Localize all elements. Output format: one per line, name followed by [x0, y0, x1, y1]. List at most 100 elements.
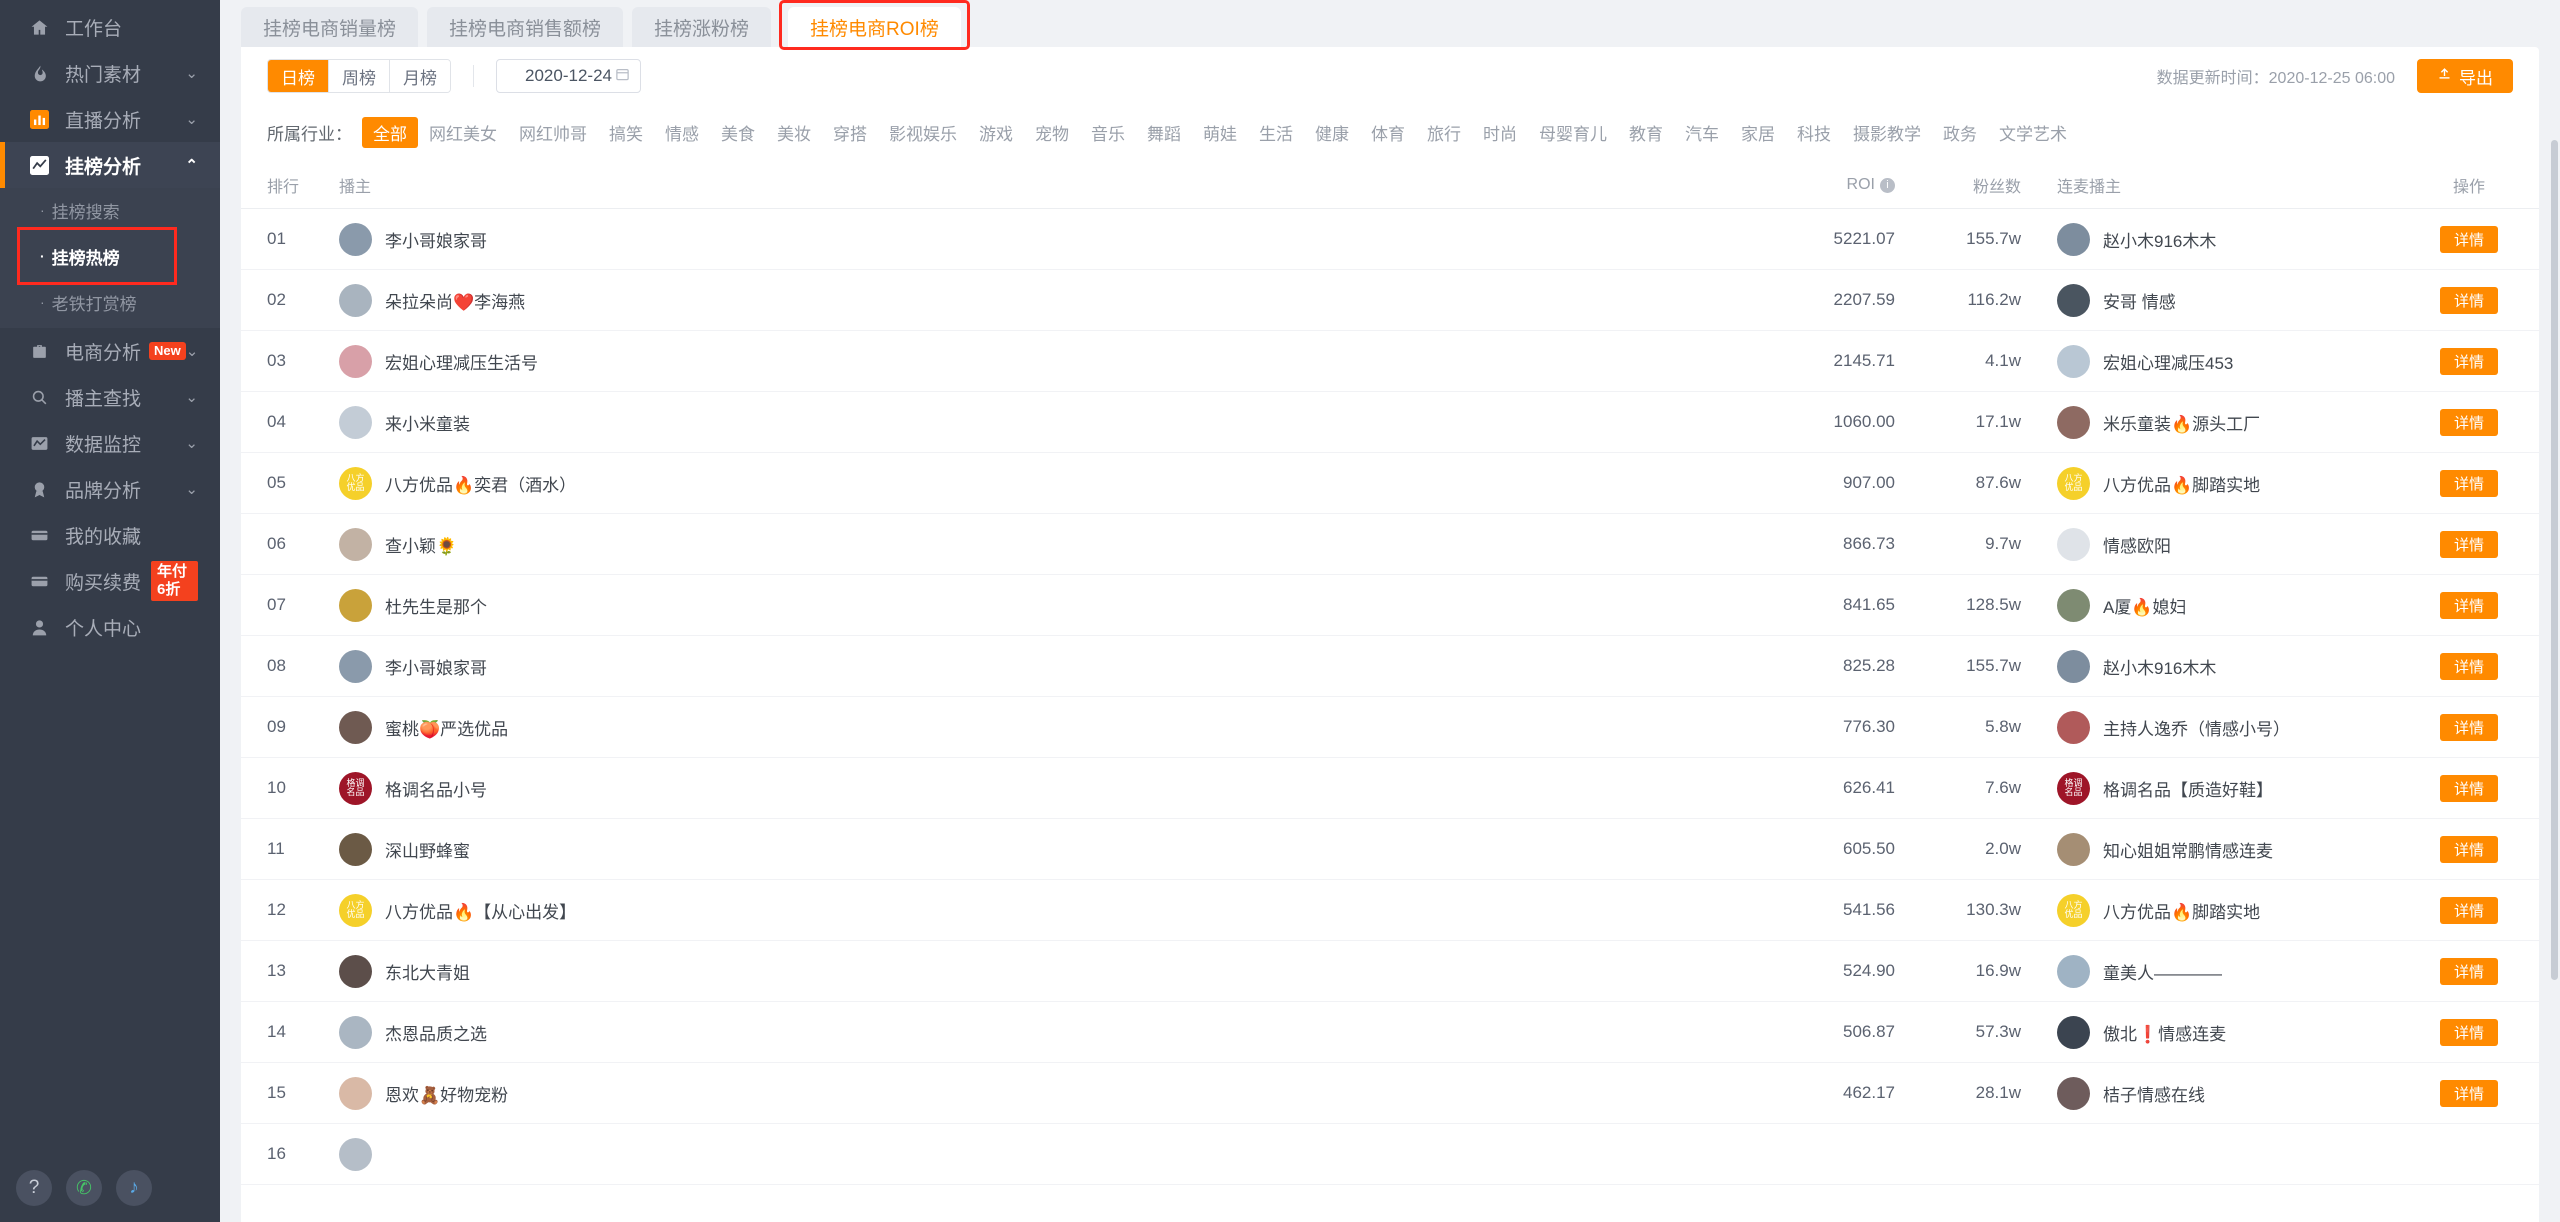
bar-chart-icon: [26, 109, 52, 129]
roi-value: 776.30: [1843, 717, 1895, 736]
sidebar-item-rank-hot[interactable]: · 挂榜热榜: [17, 227, 177, 285]
table-row[interactable]: 15 恩欢🧸好物宠粉 462.17 28.1w 桔子情感在线 详情: [241, 1062, 2539, 1124]
detail-button[interactable]: 详情: [2439, 652, 2498, 680]
tab-fans-growth[interactable]: 挂榜涨粉榜: [632, 7, 772, 47]
sidebar-item-rank-search[interactable]: · 挂榜搜索: [0, 190, 220, 230]
industry-option-12[interactable]: 舞蹈: [1136, 117, 1192, 148]
industry-option-11[interactable]: 音乐: [1080, 117, 1136, 148]
industry-option-17[interactable]: 旅行: [1416, 117, 1472, 148]
cell-action: 详情: [2399, 879, 2539, 941]
table-row[interactable]: 14 杰恩品质之选 506.87 57.3w 傲北❗情感连麦 详情: [241, 1001, 2539, 1063]
sidebar-item-my-favorites[interactable]: 我的收藏: [0, 512, 220, 558]
detail-button[interactable]: 详情: [2439, 408, 2498, 436]
rank-value: 11: [267, 839, 285, 858]
detail-button[interactable]: 详情: [2439, 896, 2498, 924]
industry-option-3[interactable]: 搞笑: [598, 117, 654, 148]
industry-option-26[interactable]: 文学艺术: [1988, 117, 2078, 148]
sidebar-item-profile-center[interactable]: 个人中心: [0, 604, 220, 650]
detail-button[interactable]: 详情: [2439, 713, 2498, 741]
detail-button[interactable]: 详情: [2439, 835, 2498, 863]
period-option-month[interactable]: 月榜: [390, 60, 450, 92]
table-row[interactable]: 10 格调 名品 格调名品小号 626.41 7.6w 格调 名品 格调名品【质造好鞋】 详情: [241, 757, 2539, 819]
table-row[interactable]: 03 宏姐心理减压生活号 2145.71 4.1w 宏姐心理减压453 详情: [241, 330, 2539, 392]
cell-mic-host: 八方 优品 八方优品🔥脚踏实地: [2039, 452, 2399, 514]
sidebar-item-brand-analysis[interactable]: 品牌分析 ⌄: [0, 466, 220, 512]
detail-button[interactable]: 详情: [2439, 469, 2498, 497]
industry-option-21[interactable]: 汽车: [1674, 117, 1730, 148]
period-option-week[interactable]: 周榜: [329, 60, 390, 92]
industry-option-8[interactable]: 影视娱乐: [878, 117, 968, 148]
table-row[interactable]: 05 八方 优品 八方优品🔥奕君（酒水） 907.00 87.6w 八方 优品 八方优品🔥脚踏实…: [241, 452, 2539, 514]
table-row[interactable]: 04 来小米童装 1060.00 17.1w 米乐童装🔥源头工厂 详情: [241, 391, 2539, 453]
industry-option-14[interactable]: 生活: [1248, 117, 1304, 148]
card-icon: [26, 572, 52, 591]
export-button[interactable]: 导出: [2417, 59, 2513, 93]
sidebar-item-label: 播主查找: [65, 388, 142, 410]
industry-option-20[interactable]: 教育: [1618, 117, 1674, 148]
detail-button[interactable]: 详情: [2439, 530, 2498, 558]
wechat-icon[interactable]: ✆: [66, 1170, 102, 1206]
detail-button[interactable]: 详情: [2439, 225, 2498, 253]
info-icon[interactable]: i: [1880, 177, 1895, 193]
tab-sales-amount[interactable]: 挂榜电商销售额榜: [427, 7, 624, 47]
sidebar-item-ecommerce-analysis[interactable]: 电商分析 New ⌄: [0, 328, 220, 374]
sidebar-item-host-find[interactable]: 播主查找 ⌄: [0, 374, 220, 420]
industry-option-6[interactable]: 美妆: [766, 117, 822, 148]
table-row[interactable]: 16: [241, 1123, 2539, 1185]
roi-value: 506.87: [1843, 1022, 1895, 1041]
table-row[interactable]: 08 李小哥娘家哥 825.28 155.7w 赵小木916木木 详情: [241, 635, 2539, 697]
cell-action: 详情: [2399, 696, 2539, 758]
industry-option-4[interactable]: 情感: [654, 117, 710, 148]
table-row[interactable]: 02 朵拉朵尚❤️李海燕 2207.59 116.2w 安哥 情感 详情: [241, 269, 2539, 331]
detail-button[interactable]: 详情: [2439, 591, 2498, 619]
industry-option-9[interactable]: 游戏: [968, 117, 1024, 148]
detail-button[interactable]: 详情: [2439, 774, 2498, 802]
tiktok-icon[interactable]: ♪: [116, 1170, 152, 1206]
industry-option-16[interactable]: 体育: [1360, 117, 1416, 148]
industry-option-all[interactable]: 全部: [362, 117, 418, 148]
sidebar-item-tip-rank[interactable]: · 老铁打赏榜: [0, 282, 220, 322]
cell-host: 东北大青姐: [339, 940, 1759, 1002]
table-row[interactable]: 01 李小哥娘家哥 5221.07 155.7w 赵小木916木木 详情: [241, 208, 2539, 270]
industry-option-24[interactable]: 摄影教学: [1842, 117, 1932, 148]
date-picker[interactable]: 2020-12-24: [496, 59, 641, 93]
tab-roi[interactable]: 挂榜电商ROI榜: [788, 7, 961, 47]
sidebar-item-rank-analysis[interactable]: 挂榜分析 ⌃: [0, 142, 220, 188]
period-option-day[interactable]: 日榜: [268, 60, 329, 92]
detail-button[interactable]: 详情: [2439, 347, 2498, 375]
table-row[interactable]: 11 深山野蜂蜜 605.50 2.0w 知心姐姐常鹏情感连麦 详情: [241, 818, 2539, 880]
table-row[interactable]: 09 蜜桃🍑严选优品 776.30 5.8w 主持人逸乔（情感小号） 详情: [241, 696, 2539, 758]
sidebar-item-workbench[interactable]: 工作台: [0, 4, 220, 50]
sidebar-item-live-analysis[interactable]: 直播分析 ⌄: [0, 96, 220, 142]
detail-button[interactable]: 详情: [2439, 1079, 2498, 1107]
industry-option-23[interactable]: 科技: [1786, 117, 1842, 148]
help-icon[interactable]: ?: [16, 1170, 52, 1206]
tab-sales-volume[interactable]: 挂榜电商销量榜: [241, 7, 419, 47]
vertical-scrollbar[interactable]: [2551, 140, 2558, 980]
detail-button[interactable]: 详情: [2439, 957, 2498, 985]
table-row[interactable]: 13 东北大青姐 524.90 16.9w 童美人———— 详情: [241, 940, 2539, 1002]
industry-option-22[interactable]: 家居: [1730, 117, 1786, 148]
industry-option-5[interactable]: 美食: [710, 117, 766, 148]
table-row[interactable]: 07 杜先生是那个 841.65 128.5w A厦🔥媳妇 详情: [241, 574, 2539, 636]
industry-option-13[interactable]: 萌娃: [1192, 117, 1248, 148]
table-row[interactable]: 12 八方 优品 八方优品🔥【从心出发】 541.56 130.3w 八方 优品 八方优品🔥脚踏…: [241, 879, 2539, 941]
industry-option-18[interactable]: 时尚: [1472, 117, 1528, 148]
table-row[interactable]: 06 查小颖🌻 866.73 9.7w 情感欧阳 详情: [241, 513, 2539, 575]
detail-button[interactable]: 详情: [2439, 1018, 2498, 1046]
cell-host: 李小哥娘家哥: [339, 208, 1759, 270]
sidebar-item-data-monitor[interactable]: 数据监控 ⌄: [0, 420, 220, 466]
industry-option-15[interactable]: 健康: [1304, 117, 1360, 148]
industry-option-25[interactable]: 政务: [1932, 117, 1988, 148]
industry-option-1[interactable]: 网红美女: [418, 117, 508, 148]
sidebar-item-buy-renew[interactable]: 购买续费 年付6折: [0, 558, 220, 604]
industry-option-19[interactable]: 母婴育儿: [1528, 117, 1618, 148]
chevron-down-icon: ⌄: [185, 110, 198, 128]
avatar: 八方 优品: [339, 466, 372, 500]
home-icon: [26, 18, 52, 37]
industry-option-10[interactable]: 宠物: [1024, 117, 1080, 148]
sidebar-item-hot-material[interactable]: 热门素材 ⌄: [0, 50, 220, 96]
detail-button[interactable]: 详情: [2439, 286, 2498, 314]
industry-option-7[interactable]: 穿搭: [822, 117, 878, 148]
industry-option-2[interactable]: 网红帅哥: [508, 117, 598, 148]
